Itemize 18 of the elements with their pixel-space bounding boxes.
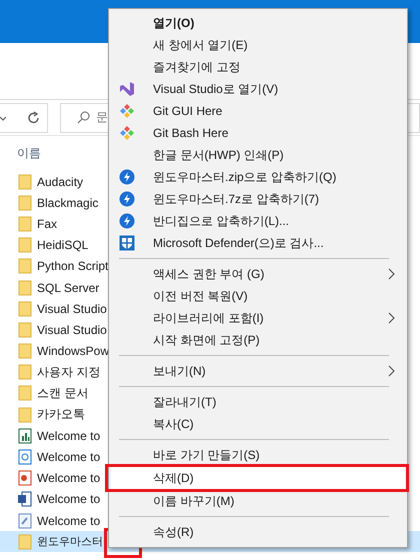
file-name: Welcome to	[37, 514, 100, 528]
file-name: Welcome to	[37, 450, 100, 464]
file-name: Visual Studio	[37, 302, 107, 316]
file-name: Fax	[37, 216, 58, 231]
file-name: 카카오톡	[37, 406, 85, 424]
file-name: 사용자 지정	[37, 364, 100, 381]
file-name: Audacity	[37, 174, 84, 189]
file-name: HeidiSQL	[37, 238, 88, 252]
file-name: 윈도우마스터	[37, 535, 103, 550]
file-name: 스캔 문서	[37, 384, 88, 402]
file-name: Welcome to	[37, 428, 100, 443]
file-name: WindowsPow	[37, 344, 110, 358]
file-name: Visual Studio	[37, 322, 107, 337]
file-name: Welcome to	[37, 492, 100, 506]
file-name: Blackmagic	[37, 196, 98, 210]
file-name: Welcome to	[37, 471, 100, 486]
file-name: Python Script	[37, 259, 108, 274]
file-name: SQL Server	[37, 280, 100, 295]
